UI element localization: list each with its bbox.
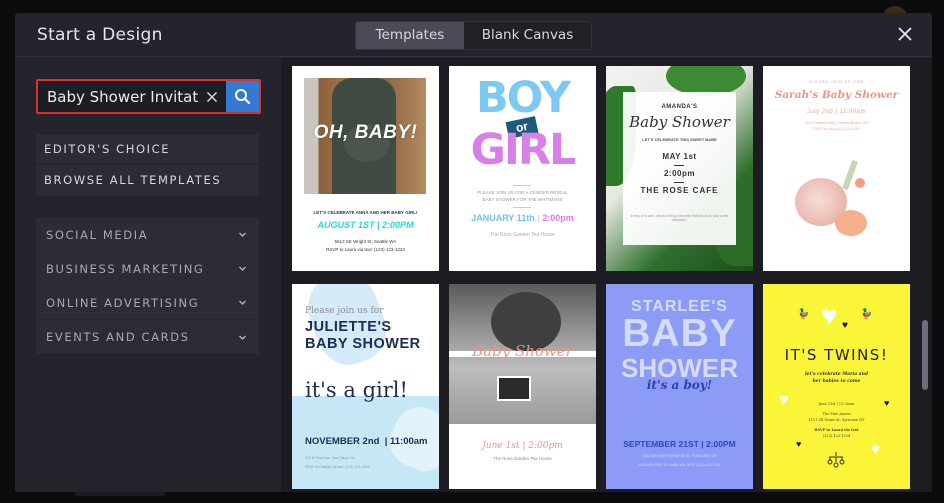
search-button[interactable]: [226, 81, 259, 112]
template-card-boy-or-girl[interactable]: BOY or GIRL PLEASE JOIN US FOR A GENDER …: [449, 66, 596, 271]
chevron-down-icon: [238, 333, 247, 342]
close-icon: [898, 27, 912, 41]
search-box: [36, 79, 261, 114]
dialog-header: Start a Design Templates Blank Canvas: [15, 13, 932, 57]
search-input[interactable]: [38, 81, 198, 112]
category-label: BUSINESS MARKETING: [46, 261, 205, 276]
category-label: EVENTS AND CARDS: [46, 330, 190, 344]
template-card-starlees-baby-shower[interactable]: STARLEE'S BABY SHOWER it's a boy! SEPTEM…: [606, 284, 753, 489]
chevron-down-icon: [238, 230, 247, 239]
category-social-media[interactable]: SOCIAL MEDIA: [36, 218, 259, 252]
template-card-sarahs-baby-shower[interactable]: PLEASE JOIN US FOR Sarah's Baby Shower J…: [763, 66, 910, 271]
chevron-down-icon: [238, 298, 247, 307]
chevron-down-icon: [238, 264, 247, 273]
template-headline: OH, BABY!: [313, 122, 418, 143]
template-card-its-twins[interactable]: 🦆 🦆 ♥ ♥ IT'S TWINS! let's celebrate Mari…: [763, 284, 910, 489]
template-grid: OH, BABY! LET'S CELEBRATE ANNA AND HER B…: [281, 58, 932, 492]
heart-icon: ♥: [821, 300, 838, 331]
grid-scrollbar-thumb[interactable]: [922, 320, 928, 390]
search-icon: [235, 89, 251, 105]
template-card-amandas-baby-shower[interactable]: AMANDA'S Baby Shower LET'S CELEBRATE THI…: [606, 66, 753, 271]
category-online-advertising[interactable]: ONLINE ADVERTISING: [36, 286, 259, 320]
duck-icon: 🦆: [860, 309, 873, 320]
sidebar: EDITOR'S CHOICE BROWSE ALL TEMPLATES SOC…: [15, 58, 280, 492]
design-mode-tabs: Templates Blank Canvas: [355, 21, 592, 50]
duck-icon: 🦆: [797, 309, 810, 320]
template-card-baby-shower-photo[interactable]: Baby Shower June 1st | 2:00pm The Rose G…: [449, 284, 596, 489]
clear-search-button[interactable]: [198, 81, 226, 112]
heart-icon: ♥: [779, 392, 789, 409]
tab-templates[interactable]: Templates: [356, 22, 464, 49]
template-card-juliettes-baby-shower[interactable]: Please join us for JULIETTE'S BABY SHOWE…: [292, 284, 439, 489]
tab-blank-canvas[interactable]: Blank Canvas: [464, 22, 591, 49]
close-button[interactable]: [896, 25, 914, 43]
category-label: ONLINE ADVERTISING: [46, 295, 200, 310]
start-design-dialog: Start a Design Templates Blank Canvas ED…: [15, 13, 932, 492]
close-icon: [206, 91, 218, 102]
baby-mobile-icon: [827, 452, 845, 468]
category-business-marketing[interactable]: BUSINESS MARKETING: [36, 252, 259, 286]
heart-icon: ♥: [842, 320, 848, 331]
template-card-oh-baby[interactable]: OH, BABY! LET'S CELEBRATE ANNA AND HER B…: [292, 66, 439, 271]
category-label: SOCIAL MEDIA: [46, 227, 149, 242]
primary-nav: EDITOR'S CHOICE BROWSE ALL TEMPLATES: [36, 134, 259, 196]
heart-icon: ♥: [796, 439, 802, 449]
dialog-title: Start a Design: [37, 25, 163, 45]
nav-editors-choice[interactable]: EDITOR'S CHOICE: [36, 134, 259, 165]
category-events-and-cards[interactable]: EVENTS AND CARDS: [36, 320, 259, 354]
heart-icon: ♥: [871, 441, 880, 458]
nav-browse-all-templates[interactable]: BROWSE ALL TEMPLATES: [36, 165, 259, 196]
category-nav: SOCIAL MEDIA BUSINESS MARKETING ONLINE A…: [36, 218, 259, 354]
